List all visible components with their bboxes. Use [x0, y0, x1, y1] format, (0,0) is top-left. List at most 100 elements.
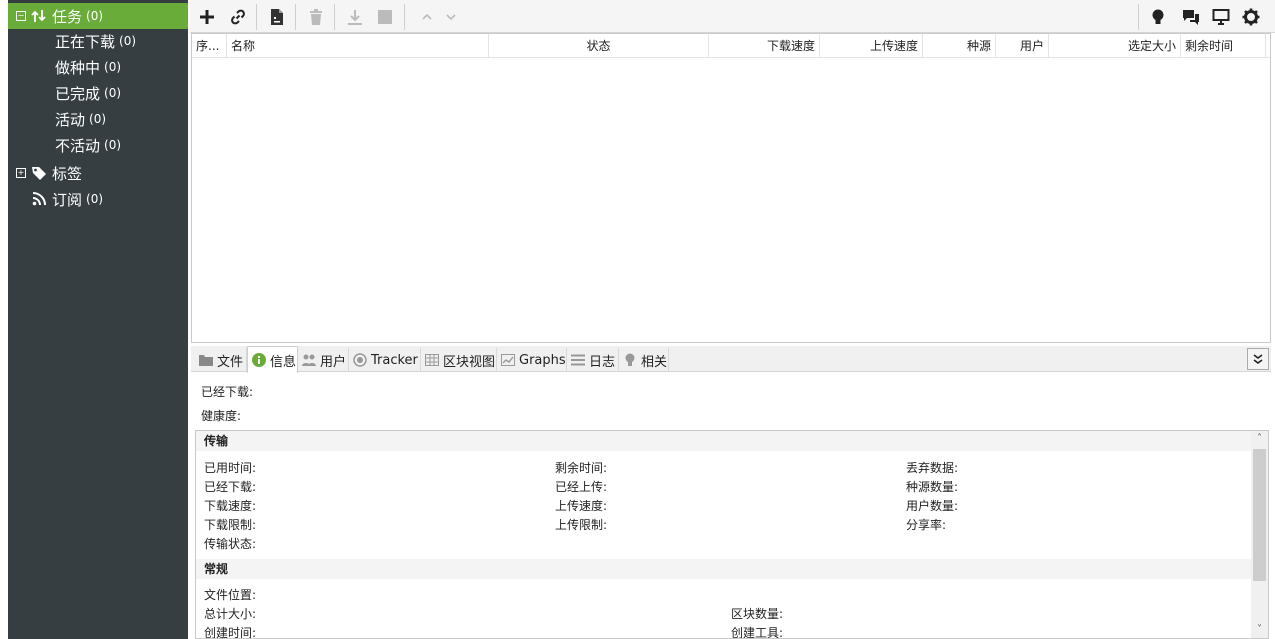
app-window: − 任务 (0) 正在下载 (0) 做种中 (0) 已完成 (0) 活动 (0)…: [0, 0, 1275, 639]
move-up-button[interactable]: [414, 4, 440, 30]
list-icon: [571, 353, 585, 367]
grid-icon: [425, 353, 439, 367]
field-eta: 剩余时间:: [555, 461, 608, 475]
properties-tabbar: 文件 信息 用户 Tracker 区块视图 Graphs 日志 相关: [191, 346, 1271, 373]
field-save-path: 文件位置:: [204, 588, 257, 602]
web-ui-button[interactable]: [1208, 4, 1234, 30]
field-created-by: 创建工具:: [731, 626, 784, 639]
sidebar-item-active[interactable]: 活动 (0): [8, 106, 188, 132]
field-transfer-status: 传输状态:: [204, 537, 257, 551]
sidebar-item-label: 做种中: [55, 58, 101, 77]
rss-reader-button[interactable]: [1178, 4, 1204, 30]
sidebar-item-count: (0): [86, 192, 104, 206]
scroll-up-icon[interactable]: ˄: [1251, 431, 1268, 447]
pause-button[interactable]: [372, 4, 398, 30]
column-header-queue[interactable]: 序...: [192, 34, 227, 58]
sidebar: − 任务 (0) 正在下载 (0) 做种中 (0) 已完成 (0) 活动 (0)…: [8, 0, 188, 639]
sidebar-item-count: (0): [104, 60, 122, 74]
field-share-ratio: 分享率:: [906, 518, 947, 532]
tab-label: 用户: [320, 354, 347, 370]
column-header-name[interactable]: 名称: [227, 34, 489, 58]
options-button[interactable]: [1238, 4, 1264, 30]
tab-label: 日志: [589, 354, 616, 370]
collapse-icon[interactable]: −: [16, 11, 26, 21]
column-header-eta[interactable]: 剩余时间: [1181, 34, 1266, 58]
field-time-active: 已用时间:: [204, 461, 257, 475]
column-header-seeds[interactable]: 种源: [923, 34, 996, 58]
field-download-speed: 下载速度:: [204, 499, 257, 513]
delete-button[interactable]: [303, 4, 329, 30]
field-upload-limit: 上传限制:: [555, 518, 608, 532]
tab-pieces[interactable]: 区块视图: [421, 348, 497, 372]
sidebar-item-label: 已完成: [55, 84, 101, 103]
move-down-button[interactable]: [438, 4, 464, 30]
column-header-download-speed[interactable]: 下载速度: [709, 34, 820, 58]
column-header-status[interactable]: 状态: [489, 34, 709, 58]
field-seeds: 种源数量:: [906, 480, 959, 494]
monitor-icon: [1212, 9, 1230, 25]
sidebar-item-downloading[interactable]: 正在下载 (0): [8, 28, 188, 54]
field-download-limit: 下载限制:: [204, 518, 257, 532]
folder-icon: [199, 353, 213, 367]
alt-speed-button[interactable]: [1145, 4, 1171, 30]
chevron-up-icon: [422, 13, 432, 20]
sidebar-item-count: (0): [86, 9, 104, 23]
chevron-down-icon: [446, 14, 456, 21]
add-link-button[interactable]: [225, 4, 251, 30]
lightbulb-icon: [1152, 9, 1164, 24]
column-header-selected-size[interactable]: 选定大小: [1049, 34, 1181, 58]
torrent-table[interactable]: 序... 名称 状态 下载速度 上传速度 种源 用户 选定大小 剩余时间: [191, 33, 1271, 343]
sidebar-item-tags[interactable]: + 标签: [8, 160, 188, 186]
properties-panel: 文件 信息 用户 Tracker 区块视图 Graphs 日志 相关 已经下载:…: [191, 346, 1271, 639]
sidebar-item-label: 任务: [52, 7, 83, 26]
sidebar-item-label: 标签: [52, 164, 83, 183]
plus-icon: [200, 10, 214, 24]
sidebar-item-count: (0): [89, 112, 107, 126]
collapse-panel-button[interactable]: [1247, 348, 1269, 370]
tab-label: Tracker: [371, 352, 418, 368]
lightbulb-icon: [623, 353, 637, 367]
tab-log[interactable]: 日志: [567, 348, 619, 372]
trash-icon: [310, 9, 322, 25]
field-peers: 用户数量:: [906, 499, 959, 513]
tab-trackers[interactable]: Tracker: [349, 348, 421, 372]
column-header-peers[interactable]: 用户: [996, 34, 1049, 58]
tab-label: 相关: [641, 354, 668, 370]
sidebar-item-inactive[interactable]: 不活动 (0): [8, 132, 188, 158]
health-label: 健康度:: [201, 409, 242, 423]
sidebar-item-tasks[interactable]: − 任务 (0): [8, 3, 188, 29]
info-scroll-area[interactable]: 传输 已用时间: 已经下载: 下载速度: 下载限制: 传输状态: 剩余时间: 已…: [195, 430, 1269, 639]
field-total-size: 总计大小:: [204, 607, 257, 621]
field-created-on: 创建时间:: [204, 626, 257, 639]
chat-icon: [1183, 10, 1199, 25]
sidebar-item-count: (0): [104, 138, 122, 152]
downloaded-label: 已经下载:: [201, 385, 254, 399]
tab-files[interactable]: 文件: [195, 348, 247, 372]
target-icon: [353, 353, 367, 367]
download-icon: [348, 10, 362, 25]
sidebar-item-label: 不活动: [55, 136, 101, 155]
sidebar-item-completed[interactable]: 已完成 (0): [8, 80, 188, 106]
sidebar-item-seeding[interactable]: 做种中 (0): [8, 54, 188, 80]
tab-related[interactable]: 相关: [619, 348, 669, 372]
rss-icon: [30, 190, 48, 208]
tab-label: Graphs: [519, 352, 566, 368]
toolbar: [190, 0, 1275, 33]
add-torrent-button[interactable]: [194, 4, 220, 30]
resume-button[interactable]: [342, 4, 368, 30]
tab-graphs[interactable]: Graphs: [497, 348, 567, 372]
scroll-down-icon[interactable]: ˅: [1251, 622, 1268, 638]
tab-general[interactable]: 信息: [247, 346, 298, 373]
expand-icon[interactable]: +: [16, 168, 26, 178]
sidebar-item-label: 订阅: [52, 190, 83, 209]
scrollbar-thumb[interactable]: [1253, 449, 1266, 581]
column-header-upload-speed[interactable]: 上传速度: [820, 34, 923, 58]
sidebar-item-feeds[interactable]: 订阅 (0): [8, 186, 188, 212]
tab-label: 文件: [217, 354, 244, 370]
vertical-scrollbar[interactable]: ˄ ˅: [1251, 431, 1268, 638]
users-icon: [302, 353, 316, 367]
sidebar-item-label: 活动: [55, 110, 86, 129]
create-torrent-button[interactable]: [264, 4, 290, 30]
sidebar-item-label: 正在下载: [55, 32, 116, 51]
tab-peers[interactable]: 用户: [298, 348, 349, 372]
